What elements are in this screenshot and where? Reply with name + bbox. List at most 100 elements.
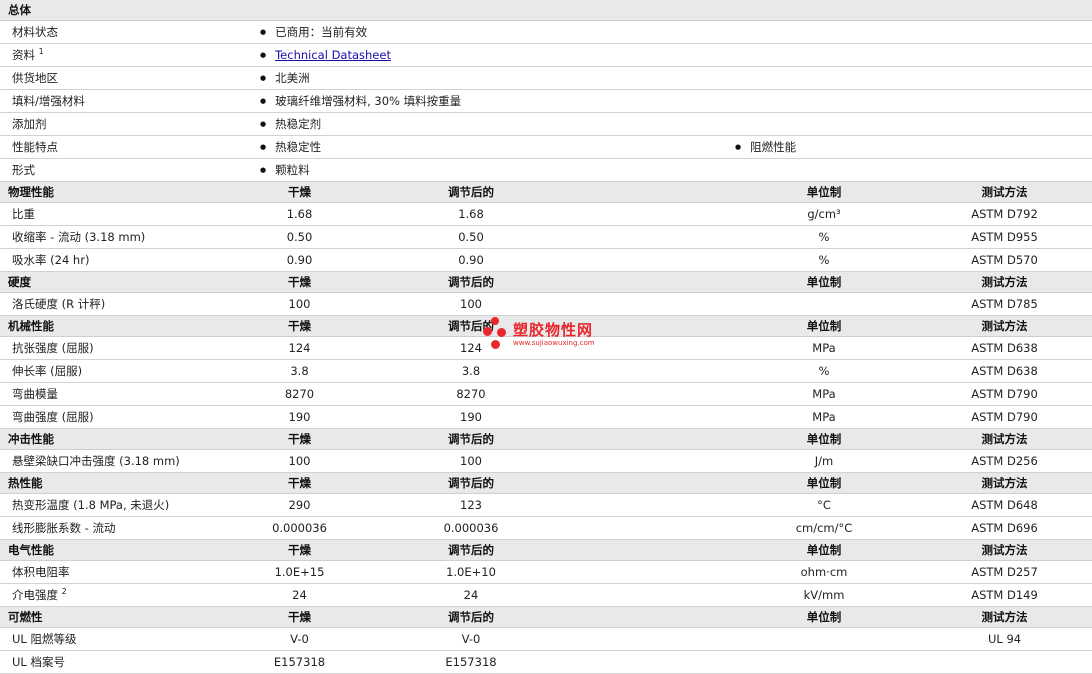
footnote-marker: 1 bbox=[38, 47, 44, 57]
unit-value: MPa bbox=[731, 336, 917, 360]
property-value-2 bbox=[731, 20, 1092, 44]
property-label: 填料/增强材料 bbox=[0, 89, 256, 113]
col-dry-header: 干燥 bbox=[256, 472, 343, 494]
property-label: 线形膨胀系数 - 流动 bbox=[0, 516, 256, 540]
test-method: ASTM D638 bbox=[917, 359, 1092, 383]
unit-value: J/m bbox=[731, 449, 917, 473]
property-label: 材料状态 bbox=[0, 20, 256, 44]
conditioned-value: 100 bbox=[343, 449, 599, 473]
general-row: 材料状态 已商用：当前有效 bbox=[0, 20, 1092, 44]
property-label: 资料 1 bbox=[0, 43, 256, 67]
dry-value: 1.0E+15 bbox=[256, 560, 343, 584]
section-header: 物理性能 干燥 调节后的 单位制 测试方法 bbox=[0, 181, 1092, 203]
col-cond-header: 调节后的 bbox=[343, 428, 599, 450]
property-label: 性能特点 bbox=[0, 135, 256, 159]
col-unit-header: 单位制 bbox=[731, 472, 917, 494]
test-method: ASTM D790 bbox=[917, 382, 1092, 406]
test-method: ASTM D955 bbox=[917, 225, 1092, 249]
col-dry-header: 干燥 bbox=[256, 181, 343, 203]
property-value: 热稳定剂 bbox=[256, 112, 731, 136]
col-cond-header: 调节后的 bbox=[343, 315, 599, 337]
dry-value: 8270 bbox=[256, 382, 343, 406]
conditioned-value: 1.0E+10 bbox=[343, 560, 599, 584]
section-header: 热性能 干燥 调节后的 单位制 测试方法 bbox=[0, 472, 1092, 494]
dry-value: 100 bbox=[256, 292, 343, 316]
property-row: 弯曲模量 8270 8270 MPa ASTM D790 bbox=[0, 382, 1092, 406]
property-value-2 bbox=[731, 43, 1092, 67]
col-method-header: 测试方法 bbox=[917, 472, 1092, 494]
general-row: 添加剂 热稳定剂 bbox=[0, 112, 1092, 136]
unit-value: % bbox=[731, 248, 917, 272]
technical-datasheet-link[interactable]: Technical Datasheet bbox=[275, 48, 391, 62]
col-unit-header: 单位制 bbox=[731, 181, 917, 203]
dry-value: E157318 bbox=[256, 650, 343, 674]
conditioned-value: 124 bbox=[343, 336, 599, 360]
value-text: 玻璃纤维增强材料, 30% 填料按重量 bbox=[275, 94, 462, 108]
col-cond-header: 调节后的 bbox=[343, 539, 599, 561]
col-method-header: 测试方法 bbox=[917, 181, 1092, 203]
property-row: 悬壁梁缺口冲击强度 (3.18 mm) 100 100 J/m ASTM D256 bbox=[0, 449, 1092, 473]
property-row: 热变形温度 (1.8 MPa, 未退火) 290 123 °C ASTM D648 bbox=[0, 493, 1092, 517]
dry-value: 290 bbox=[256, 493, 343, 517]
dry-value: 24 bbox=[256, 583, 343, 607]
col-unit-header: 单位制 bbox=[731, 315, 917, 337]
col-cond-header: 调节后的 bbox=[343, 181, 599, 203]
conditioned-value: 190 bbox=[343, 405, 599, 429]
property-label: 抗张强度 (屈服) bbox=[0, 336, 256, 360]
dry-value: 100 bbox=[256, 449, 343, 473]
value-text: 阻燃性能 bbox=[750, 140, 797, 154]
value-text: 热稳定剂 bbox=[275, 117, 322, 131]
conditioned-value: 100 bbox=[343, 292, 599, 316]
col-method-header: 测试方法 bbox=[917, 539, 1092, 561]
unit-value: cm/cm/°C bbox=[731, 516, 917, 540]
col-dry-header: 干燥 bbox=[256, 539, 343, 561]
value-text: 已商用：当前有效 bbox=[275, 25, 368, 39]
property-row: UL 阻燃等级 V-0 V-0 UL 94 bbox=[0, 627, 1092, 651]
unit-value: g/cm³ bbox=[731, 202, 917, 226]
property-label: 弯曲模量 bbox=[0, 382, 256, 406]
property-value-2 bbox=[731, 89, 1092, 113]
test-method: UL 94 bbox=[917, 627, 1092, 651]
col-dry-header: 干燥 bbox=[256, 315, 343, 337]
test-method: ASTM D785 bbox=[917, 292, 1092, 316]
col-cond-header: 调节后的 bbox=[343, 271, 599, 293]
property-label: 供货地区 bbox=[0, 66, 256, 90]
property-label: 伸长率 (屈服) bbox=[0, 359, 256, 383]
conditioned-value: 3.8 bbox=[343, 359, 599, 383]
unit-value bbox=[731, 292, 917, 316]
test-method: ASTM D638 bbox=[917, 336, 1092, 360]
conditioned-value: 0.50 bbox=[343, 225, 599, 249]
conditioned-value: 0.000036 bbox=[343, 516, 599, 540]
property-value: 北美洲 bbox=[256, 66, 731, 90]
col-cond-header: 调节后的 bbox=[343, 472, 599, 494]
section-title: 热性能 bbox=[0, 472, 256, 494]
property-label: 形式 bbox=[0, 158, 256, 182]
test-method bbox=[917, 650, 1092, 674]
dry-value: 190 bbox=[256, 405, 343, 429]
unit-value: ohm·cm bbox=[731, 560, 917, 584]
unit-value: °C bbox=[731, 493, 917, 517]
test-method: ASTM D792 bbox=[917, 202, 1092, 226]
unit-value: MPa bbox=[731, 382, 917, 406]
section-title: 硬度 bbox=[0, 271, 256, 293]
property-value: 颗粒料 bbox=[256, 158, 731, 182]
col-method-header: 测试方法 bbox=[917, 428, 1092, 450]
property-value-2: 阻燃性能 bbox=[731, 135, 1092, 159]
section-header: 可燃性 干燥 调节后的 单位制 测试方法 bbox=[0, 606, 1092, 628]
unit-value bbox=[731, 650, 917, 674]
property-row: 伸长率 (屈服) 3.8 3.8% ASTM D638 bbox=[0, 359, 1092, 383]
unit-value: % bbox=[731, 359, 917, 383]
property-label: 收缩率 - 流动 (3.18 mm) bbox=[0, 225, 256, 249]
section-title: 机械性能 bbox=[0, 315, 256, 337]
property-label: UL 档案号 bbox=[0, 650, 256, 674]
dry-value: 3.8 bbox=[256, 359, 343, 383]
property-label: 体积电阻率 bbox=[0, 560, 256, 584]
section-header: 机械性能 干燥 调节后的 单位制 测试方法 bbox=[0, 315, 1092, 337]
property-row: UL 档案号 E157318 E157318 bbox=[0, 650, 1092, 674]
dry-value: V-0 bbox=[256, 627, 343, 651]
col-method-header: 测试方法 bbox=[917, 606, 1092, 628]
property-label: 介电强度 2 bbox=[0, 583, 256, 607]
unit-value: % bbox=[731, 225, 917, 249]
unit-value: MPa bbox=[731, 405, 917, 429]
general-row: 形式 颗粒料 bbox=[0, 158, 1092, 182]
